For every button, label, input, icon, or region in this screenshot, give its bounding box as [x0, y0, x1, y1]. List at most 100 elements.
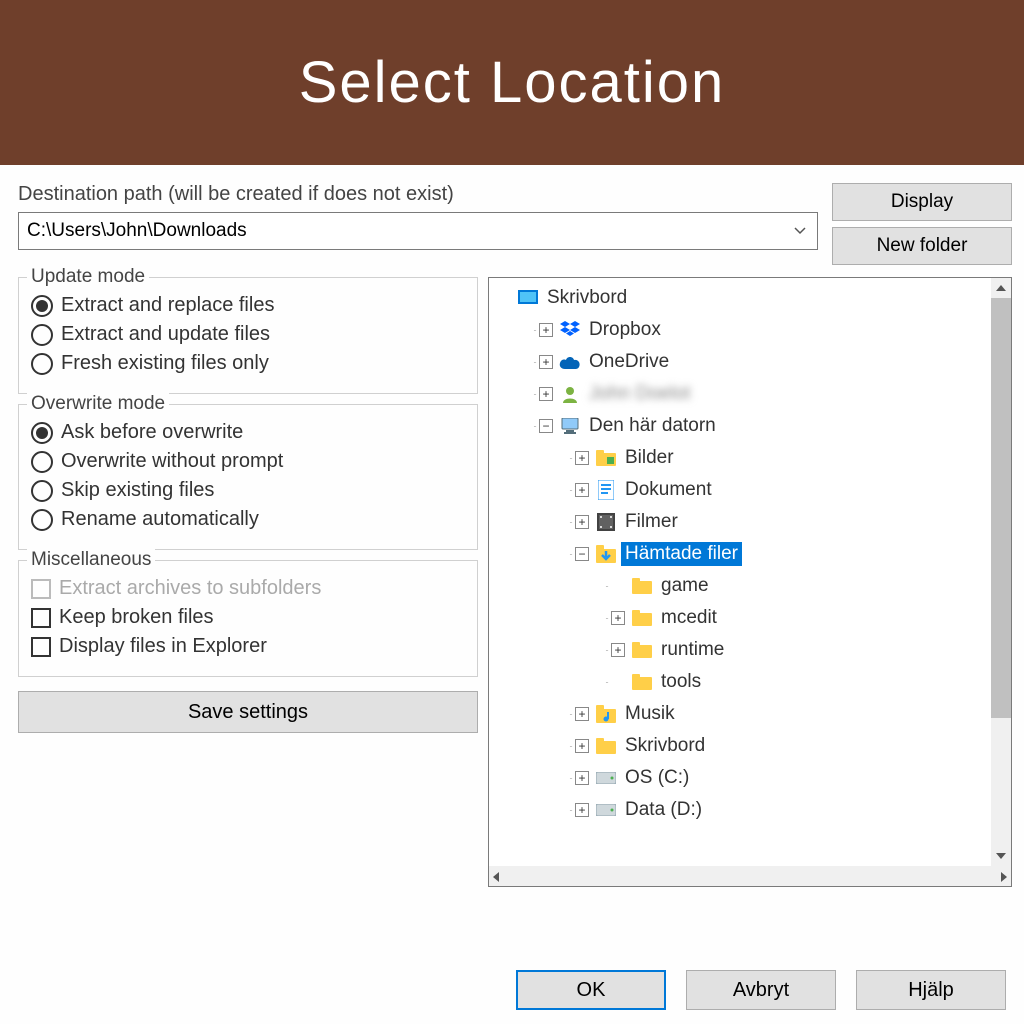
scroll-up-icon[interactable]	[991, 278, 1011, 298]
tree-item[interactable]: ···tools	[489, 666, 1011, 698]
radio-icon[interactable]	[31, 324, 53, 346]
radio-label: Fresh existing files only	[61, 352, 269, 375]
tree-item[interactable]: ···+Skrivbord	[489, 730, 1011, 762]
radio-icon[interactable]	[31, 295, 53, 317]
tree-item-label[interactable]: Bilder	[621, 446, 678, 470]
expand-icon[interactable]: +	[611, 611, 625, 625]
checkbox-icon[interactable]	[31, 608, 51, 628]
folder-tree[interactable]: Skrivbord···+Dropbox···+OneDrive···+John…	[488, 277, 1012, 887]
tree-item-label[interactable]: Skrivbord	[621, 734, 709, 758]
vertical-scrollbar[interactable]	[991, 278, 1011, 866]
tree-item[interactable]: ···+Dokument	[489, 474, 1011, 506]
folder-icon	[631, 639, 653, 661]
radio-icon[interactable]	[31, 480, 53, 502]
radio-icon[interactable]	[31, 509, 53, 531]
miscellaneous-title: Miscellaneous	[27, 549, 155, 571]
update-mode-option[interactable]: Fresh existing files only	[31, 352, 465, 375]
new-folder-button[interactable]: New folder	[832, 227, 1012, 265]
tree-item[interactable]: ···+Data (D:)	[489, 794, 1011, 826]
tree-item[interactable]: ···+Dropbox	[489, 314, 1011, 346]
overwrite-mode-option[interactable]: Ask before overwrite	[31, 421, 465, 444]
update-mode-option[interactable]: Extract and update files	[31, 323, 465, 346]
pictures-icon	[595, 447, 617, 469]
tree-item[interactable]: ···+Filmer	[489, 506, 1011, 538]
update-mode-title: Update mode	[27, 266, 149, 288]
collapse-icon[interactable]: −	[539, 419, 553, 433]
ok-button[interactable]: OK	[516, 970, 666, 1010]
radio-icon[interactable]	[31, 353, 53, 375]
scroll-down-icon[interactable]	[991, 846, 1011, 866]
expand-icon[interactable]: +	[575, 483, 589, 497]
expand-icon[interactable]: +	[539, 387, 553, 401]
expand-icon[interactable]: +	[611, 643, 625, 657]
banner: Select Location	[0, 0, 1024, 165]
destination-path-combo[interactable]	[18, 212, 818, 250]
checkbox-label: Extract archives to subfolders	[59, 577, 321, 600]
tree-item-label[interactable]: Data (D:)	[621, 798, 706, 822]
chevron-down-icon[interactable]	[791, 222, 809, 240]
folder-icon	[631, 607, 653, 629]
miscellaneous-group: Miscellaneous Extract archives to subfol…	[18, 560, 478, 677]
tree-item-label[interactable]: mcedit	[657, 606, 721, 630]
tree-item-label[interactable]: Musik	[621, 702, 679, 726]
banner-title: Select Location	[299, 49, 726, 116]
misc-option: Extract archives to subfolders	[31, 577, 465, 600]
tree-item-label[interactable]: OS (C:)	[621, 766, 693, 790]
expand-icon[interactable]: +	[575, 515, 589, 529]
tree-item-label[interactable]: OneDrive	[585, 350, 673, 374]
tree-item-label[interactable]: Filmer	[621, 510, 682, 534]
scroll-left-icon[interactable]	[493, 866, 499, 887]
radio-icon[interactable]	[31, 422, 53, 444]
save-settings-button[interactable]: Save settings	[18, 691, 478, 733]
tree-item[interactable]: ···−Den här datorn	[489, 410, 1011, 442]
tree-item-label[interactable]: tools	[657, 670, 705, 694]
tree-item-label[interactable]: Dokument	[621, 478, 716, 502]
tree-item-label[interactable]: Den här datorn	[585, 414, 720, 438]
update-mode-option[interactable]: Extract and replace files	[31, 294, 465, 317]
expand-icon[interactable]: +	[575, 739, 589, 753]
overwrite-mode-option[interactable]: Rename automatically	[31, 508, 465, 531]
overwrite-mode-option[interactable]: Skip existing files	[31, 479, 465, 502]
tree-item-label[interactable]: game	[657, 574, 713, 598]
destination-path-input[interactable]	[27, 220, 791, 242]
cancel-button[interactable]: Avbryt	[686, 970, 836, 1010]
radio-icon[interactable]	[31, 451, 53, 473]
scrollbar-thumb[interactable]	[991, 298, 1011, 718]
tree-item[interactable]: ···+Bilder	[489, 442, 1011, 474]
videos-icon	[595, 511, 617, 533]
expand-icon[interactable]: +	[575, 707, 589, 721]
radio-label: Skip existing files	[61, 479, 214, 502]
collapse-icon[interactable]: −	[575, 547, 589, 561]
expand-icon[interactable]: +	[539, 355, 553, 369]
tree-item[interactable]: ···+Musik	[489, 698, 1011, 730]
tree-item-label[interactable]: Hämtade filer	[621, 542, 742, 566]
radio-label: Extract and update files	[61, 323, 270, 346]
tree-item-label[interactable]: John Doelot	[585, 382, 694, 406]
extract-dialog: Destination path (will be created if doe…	[0, 165, 1024, 1024]
expand-icon[interactable]: +	[539, 323, 553, 337]
tree-item[interactable]: ···+runtime	[489, 634, 1011, 666]
horizontal-scrollbar[interactable]	[489, 866, 1011, 886]
display-button[interactable]: Display	[832, 183, 1012, 221]
help-button[interactable]: Hjälp	[856, 970, 1006, 1010]
checkbox-icon[interactable]	[31, 637, 51, 657]
expand-icon[interactable]: +	[575, 771, 589, 785]
tree-item-label[interactable]: Dropbox	[585, 318, 665, 342]
misc-option[interactable]: Keep broken files	[31, 606, 465, 629]
expand-icon[interactable]: +	[575, 451, 589, 465]
tree-item-label[interactable]: Skrivbord	[543, 286, 631, 310]
tree-item[interactable]: ···+OS (C:)	[489, 762, 1011, 794]
scroll-right-icon[interactable]	[1001, 866, 1007, 887]
tree-item[interactable]: ···game	[489, 570, 1011, 602]
tree-item[interactable]: ···+OneDrive	[489, 346, 1011, 378]
tree-item[interactable]: ···+John Doelot	[489, 378, 1011, 410]
folder-icon	[595, 735, 617, 757]
tree-item-label[interactable]: runtime	[657, 638, 728, 662]
overwrite-mode-option[interactable]: Overwrite without prompt	[31, 450, 465, 473]
misc-option[interactable]: Display files in Explorer	[31, 635, 465, 658]
tree-item[interactable]: ···+mcedit	[489, 602, 1011, 634]
tree-item[interactable]: Skrivbord	[489, 282, 1011, 314]
expand-icon[interactable]: +	[575, 803, 589, 817]
overwrite-mode-group: Overwrite mode Ask before overwriteOverw…	[18, 404, 478, 550]
tree-item[interactable]: ···−Hämtade filer	[489, 538, 1011, 570]
